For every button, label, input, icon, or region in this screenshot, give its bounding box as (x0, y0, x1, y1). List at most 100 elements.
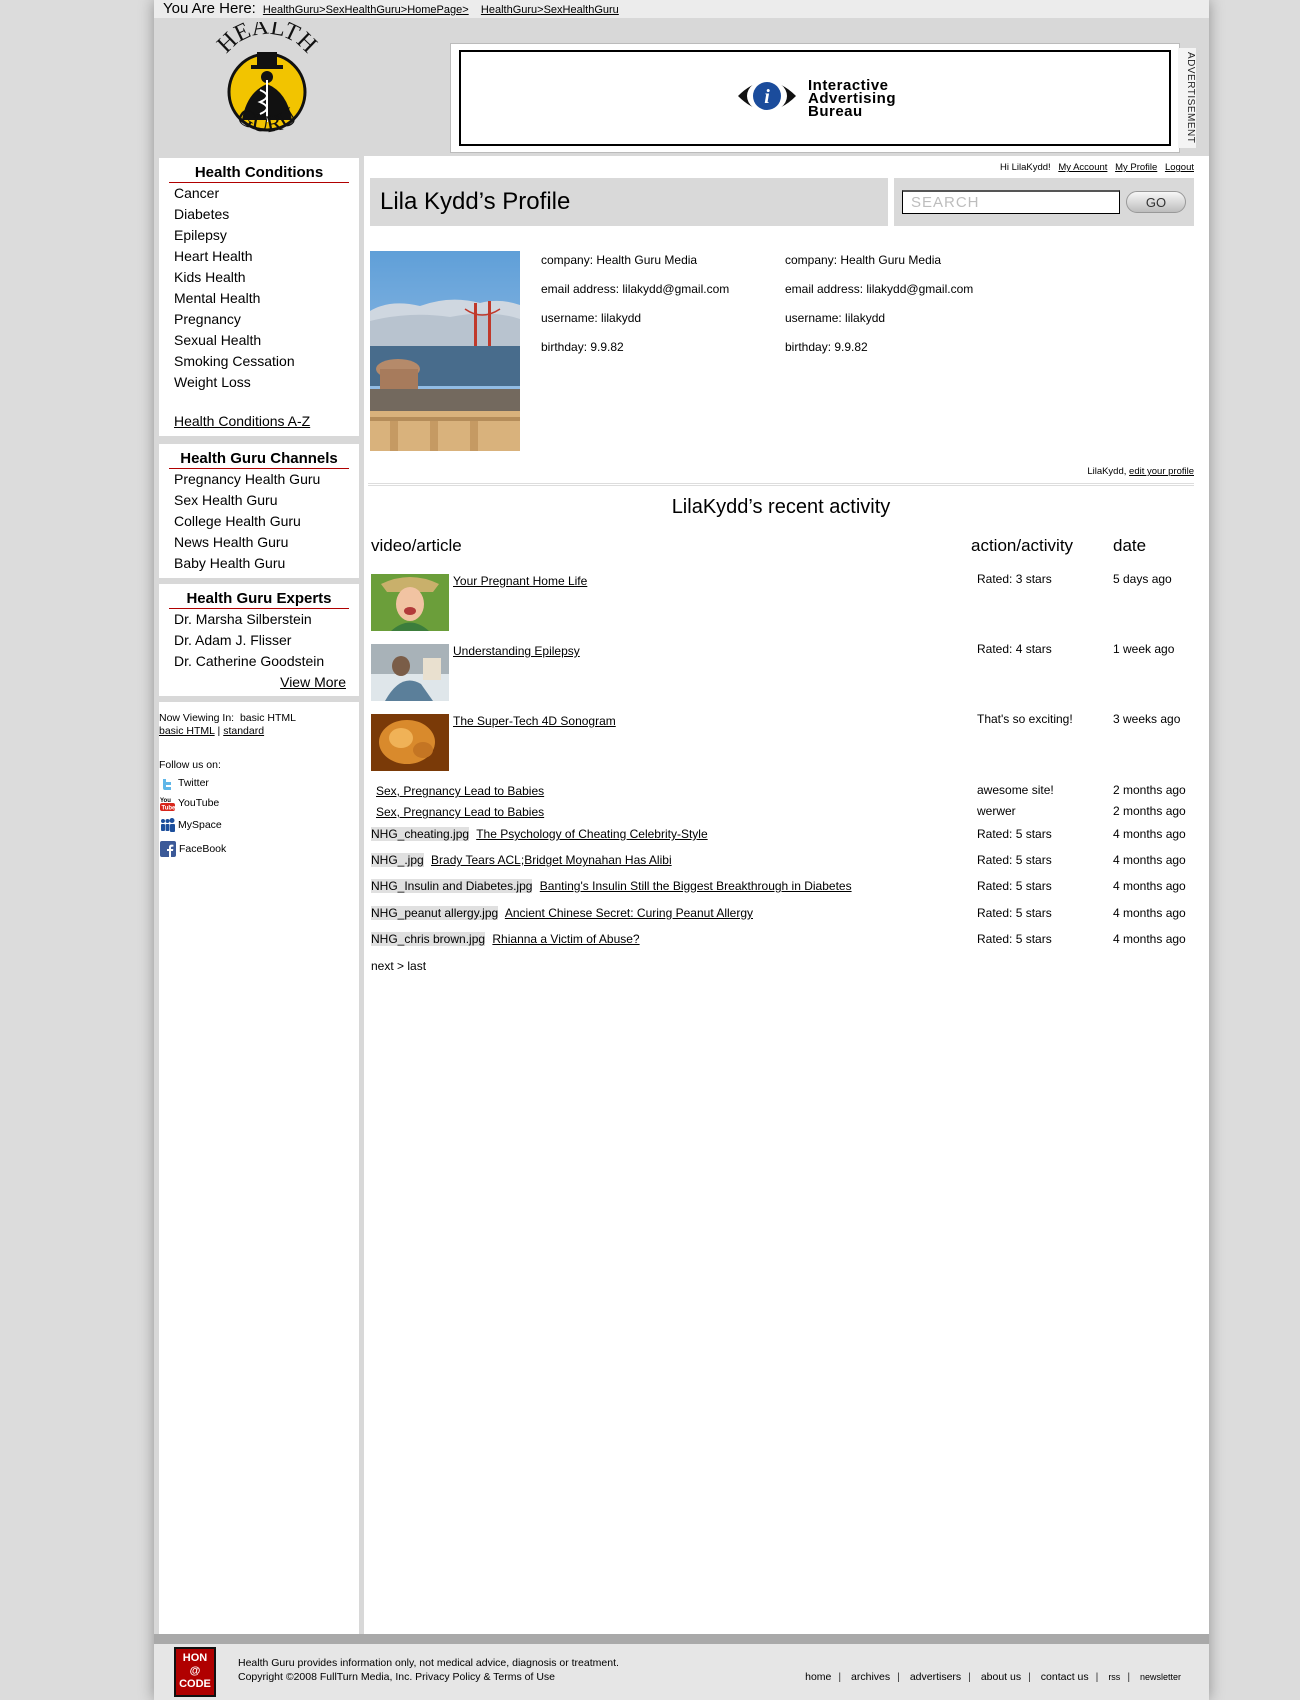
experts-list: Dr. Marsha Silberstein Dr. Adam J. Flisse… (159, 609, 359, 672)
social-myspace[interactable]: MySpace (159, 813, 359, 836)
view-basic-link[interactable]: basic HTML (159, 725, 215, 737)
footer-link-advertisers[interactable]: advertisers (910, 1671, 961, 1683)
breadcrumb: You Are Here: HealthGuru>SexHealthGuru>H… (154, 0, 1209, 18)
edit-profile-link[interactable]: edit your profile (1129, 466, 1194, 477)
activity-title-link[interactable]: Banting's Insulin Still the Biggest Brea… (540, 879, 852, 893)
footer-link-archives[interactable]: archives (851, 1671, 890, 1683)
experts-title: Health Guru Experts (169, 590, 349, 609)
sidebar-item-condition[interactable]: Mental Health (174, 288, 359, 309)
page: You Are Here: HealthGuru>SexHealthGuru>H… (154, 0, 1209, 1700)
activity-date: 5 days ago (1113, 572, 1172, 586)
thumbnail-image[interactable] (371, 644, 449, 701)
footer-link-about-us[interactable]: about us (981, 1671, 1021, 1683)
breadcrumb-prefix: You Are Here: (163, 0, 256, 17)
footer-links: home | archives | advertisers | about us | c… (805, 1671, 1181, 1683)
view-more-link[interactable]: View More (280, 674, 346, 690)
activity-date: 4 months ago (1113, 853, 1186, 867)
activity-title-link[interactable]: The Psychology of Cheating Celebrity-Sty… (476, 827, 707, 841)
main-content: Hi LilaKydd! My Account My Profile Logou… (366, 156, 1209, 1636)
sidebar-item-channel[interactable]: News Health Guru (174, 532, 359, 553)
sidebar-item-channel[interactable]: Sex Health Guru (174, 490, 359, 511)
now-viewing: Now Viewing In: basic HTML (159, 712, 359, 724)
sidebar-item-condition[interactable]: Sexual Health (174, 330, 359, 351)
sidebar-item-condition[interactable]: Kids Health (174, 267, 359, 288)
sidebar-item-condition[interactable]: Diabetes (174, 204, 359, 225)
activity-action: Rated: 5 stars (977, 932, 1052, 946)
view-standard-link[interactable]: standard (223, 725, 264, 737)
info-company: company: Health Guru Media (541, 253, 698, 267)
breadcrumb-link-trail1[interactable]: HealthGuru>SexHealthGuru>HomePage> (263, 4, 469, 16)
sidebar-item-condition[interactable]: Epilepsy (174, 225, 359, 246)
col-head-action: action/activity (971, 536, 1074, 555)
activity-action: Rated: 5 stars (977, 906, 1052, 920)
sidebar-item-condition[interactable]: Smoking Cessation (174, 351, 359, 372)
greeting: Hi LilaKydd! (999, 162, 1051, 173)
info-username: username: lilakydd (785, 311, 886, 325)
facebook-label: FaceBook (179, 843, 227, 855)
activity-title-link[interactable]: The Super-Tech 4D Sonogram (453, 714, 616, 728)
social-youtube[interactable]: You Tube YouTube (159, 793, 359, 813)
info-birthday: birthday: 9.9.82 (541, 340, 624, 354)
health-conditions-az-link[interactable]: Health Conditions A-Z (174, 413, 310, 429)
activity-title-link[interactable]: Sex, Pregnancy Lead to Babies (376, 784, 544, 798)
facebook-icon (160, 841, 176, 857)
search-input[interactable] (902, 190, 1120, 214)
my-profile-link[interactable]: My Profile (1115, 162, 1157, 173)
breadcrumb-link-trail2[interactable]: HealthGuru>SexHealthGuru (481, 4, 619, 16)
now-viewing-label: Now Viewing In: (159, 712, 235, 724)
thumbnail-image[interactable] (371, 714, 449, 771)
footer: HON @ CODE Health Guru provides informat… (154, 1634, 1209, 1700)
col-head-article: video/article (371, 536, 462, 555)
activity-action: awesome site! (977, 783, 1054, 797)
hon-code-badge[interactable]: HON @ CODE (174, 1647, 216, 1697)
activity-row: The Super-Tech 4D Sonogram That's so exc… (366, 712, 1196, 774)
activity-title-link[interactable]: Understanding Epilepsy (453, 644, 580, 658)
social-twitter[interactable]: Twitter (159, 773, 359, 793)
advertisement-label: ADVERTISEMENT (1178, 48, 1196, 148)
activity-title-link[interactable]: Sex, Pregnancy Lead to Babies (376, 805, 544, 819)
channels-box: Health Guru Channels Pregnancy Health Gu… (159, 444, 359, 578)
svg-text:Tube: Tube (162, 805, 176, 811)
sidebar-item-expert[interactable]: Dr. Marsha Silberstein (174, 609, 359, 630)
file-tag: NHG_Insulin and Diabetes.jpg (371, 879, 533, 893)
sidebar-item-channel[interactable]: College Health Guru (174, 511, 359, 532)
activity-date: 1 week ago (1113, 642, 1175, 656)
pagination[interactable]: next > last (371, 959, 426, 973)
sidebar-item-channel[interactable]: Baby Health Guru (174, 553, 359, 574)
info-company: company: Health Guru Media (785, 253, 942, 267)
activity-date: 4 months ago (1113, 827, 1186, 841)
advertisement-banner[interactable]: i Interactive Advertising Bureau (450, 43, 1180, 153)
activity-date: 4 months ago (1113, 879, 1186, 893)
twitter-label: Twitter (178, 777, 209, 789)
edit-profile-line: LilaKydd, edit your profile (1087, 466, 1194, 477)
health-guru-logo[interactable]: HEALTH GURU (202, 13, 332, 152)
footer-link-home[interactable]: home (805, 1671, 831, 1683)
user-nav: Hi LilaKydd! My Account My Profile Logou… (1000, 162, 1194, 173)
divider (368, 483, 1194, 486)
footer-link-newsletter[interactable]: newsletter (1140, 1672, 1181, 1682)
sidebar-item-expert[interactable]: Dr. Catherine Goodstein (174, 651, 359, 672)
activity-title-link[interactable]: Brady Tears ACL;Bridget Moynahan Has Ali… (431, 853, 672, 867)
logout-link[interactable]: Logout (1165, 162, 1194, 173)
sidebar-item-condition[interactable]: Cancer (174, 183, 359, 204)
activity-title: LilaKydd’s recent activity (671, 496, 891, 518)
badge-line3: CODE (179, 1678, 211, 1690)
activity-date: 2 months ago (1113, 804, 1186, 818)
activity-title-link[interactable]: Rhianna a Victim of Abuse? (492, 932, 639, 946)
activity-title-link[interactable]: Ancient Chinese Secret: Curing Peanut Al… (505, 906, 753, 920)
go-button[interactable]: GO (1126, 191, 1186, 213)
footer-link-contact-us[interactable]: contact us (1041, 1671, 1089, 1683)
sidebar-item-condition[interactable]: Heart Health (174, 246, 359, 267)
sidebar-item-expert[interactable]: Dr. Adam J. Flisser (174, 630, 359, 651)
sidebar-item-condition[interactable]: Weight Loss (174, 372, 359, 393)
profile-info-right: company: Health Guru Media email address… (785, 253, 973, 369)
footer-link-rss[interactable]: rss (1108, 1672, 1120, 1682)
social-facebook[interactable]: FaceBook (159, 836, 359, 862)
my-account-link[interactable]: My Account (1058, 162, 1107, 173)
profile-title-box: Lila Kydd’s Profile (370, 178, 888, 226)
sidebar-item-channel[interactable]: Pregnancy Health Guru (174, 469, 359, 490)
activity-action: Rated: 5 stars (977, 827, 1052, 841)
thumbnail-image[interactable] (371, 574, 449, 631)
activity-title-link[interactable]: Your Pregnant Home Life (453, 574, 587, 588)
sidebar-item-condition[interactable]: Pregnancy (174, 309, 359, 330)
